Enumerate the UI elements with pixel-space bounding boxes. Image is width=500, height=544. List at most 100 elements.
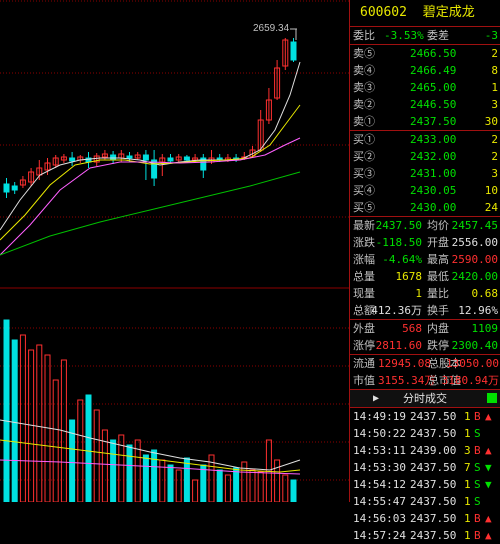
sell-volume: 8 bbox=[491, 64, 498, 77]
cap-value-right: 3180.94万 bbox=[441, 374, 499, 387]
moving-average-line bbox=[0, 61, 301, 231]
buy-volume: 2 bbox=[491, 150, 498, 163]
up-arrow-icon: ▲ bbox=[485, 529, 492, 542]
quote-row: 涨幅 -4.64% 最高 2590.00 bbox=[350, 251, 500, 268]
capital-stats: 流通 12945.08 总股本 13050.00 市值 3155.34万 总市值 3180.9… bbox=[350, 355, 500, 390]
candle-body bbox=[126, 155, 133, 159]
volume-bar bbox=[36, 344, 43, 503]
buy-price: 2432.00 bbox=[410, 150, 457, 163]
candle-body bbox=[11, 185, 18, 191]
sell-price: 2437.50 bbox=[410, 115, 457, 128]
trade-time: 14:54:12 bbox=[353, 478, 406, 491]
sell-orders: 卖⑤ 2466.50 2 卖④ 2466.49 8 卖③ 2465.00 1 卖② 2446.50 3… bbox=[350, 45, 500, 131]
volume-bar bbox=[151, 449, 158, 503]
buy-orders: 买① 2433.00 2 买② 2432.00 2 买③ 2431.00 3 买④ 2430.05 1… bbox=[350, 131, 500, 217]
buy-level-label: 买② bbox=[353, 150, 375, 163]
buy-price: 2430.05 bbox=[410, 184, 457, 197]
cap-label-left: 流通 bbox=[353, 357, 375, 370]
buy-level-label: 买⑤ bbox=[353, 201, 375, 214]
inout-value-right: 1109 bbox=[471, 322, 499, 335]
volume-bar bbox=[126, 444, 133, 503]
quote-label-right: 量比 bbox=[427, 287, 449, 300]
quote-panel: 600602 碧定成龙 委比 -3.53% 委差 -3 卖⑤ 2466.50 2 卖④… bbox=[349, 0, 500, 542]
quote-value-left: 412.36万 bbox=[371, 304, 422, 317]
trade-time: 14:53:30 bbox=[353, 461, 406, 474]
stock-name: 碧定成龙 bbox=[422, 5, 475, 20]
trade-price: 2437.50 bbox=[410, 529, 457, 542]
volume-bar bbox=[110, 439, 117, 503]
cap-label-left: 市值 bbox=[353, 374, 375, 387]
tab-tick-trades[interactable]: 分时成交 bbox=[403, 390, 447, 407]
trade-side: B bbox=[474, 444, 481, 457]
kline-chart-svg[interactable]: 2659.34 bbox=[0, 0, 349, 503]
sell-order-row: 卖⑤ 2466.50 2 bbox=[350, 45, 500, 62]
quote-value-left: -4.64% bbox=[382, 253, 422, 266]
status-square-icon bbox=[487, 393, 497, 403]
buy-price: 2431.00 bbox=[410, 167, 457, 180]
quote-value-right: 0.68 bbox=[471, 287, 499, 300]
sell-volume: 30 bbox=[484, 115, 498, 128]
sell-order-row: 卖① 2437.50 30 bbox=[350, 113, 500, 130]
kline-chart-area[interactable]: 2659.34 bbox=[0, 0, 349, 503]
trade-side: B bbox=[474, 410, 481, 423]
sell-volume: 3 bbox=[491, 98, 498, 111]
cap-value-left: 12945.08 bbox=[378, 357, 431, 370]
trade-side: S bbox=[474, 427, 481, 440]
trade-time: 14:49:19 bbox=[353, 410, 406, 423]
wc-value: -3 bbox=[484, 29, 498, 42]
candle-body bbox=[142, 154, 149, 161]
sell-price: 2446.50 bbox=[410, 98, 457, 111]
volume-bar bbox=[28, 349, 35, 503]
volume-bar bbox=[216, 469, 223, 503]
quote-value-right: 2556.00 bbox=[451, 236, 498, 249]
quote-value-left: -118.50 bbox=[375, 236, 422, 249]
volume-bar bbox=[142, 454, 149, 503]
trade-row: 14:56:03 2437.50 1 B ▲ bbox=[350, 510, 500, 527]
cap-value-right: 13050.00 bbox=[446, 357, 499, 370]
inout-value-left: 2811.60 bbox=[375, 339, 422, 352]
quote-label-left: 涨幅 bbox=[353, 253, 375, 266]
buy-order-row: 买④ 2430.05 10 bbox=[350, 182, 500, 199]
quote-label-right: 最低 bbox=[427, 270, 449, 283]
volume-bar bbox=[249, 469, 256, 503]
trade-volume: 1 bbox=[464, 478, 471, 491]
quote-label-right: 开盘 bbox=[427, 236, 449, 249]
volume-bar bbox=[11, 339, 18, 503]
capital-row: 流通 12945.08 总股本 13050.00 bbox=[350, 355, 500, 372]
buy-order-row: 买② 2432.00 2 bbox=[350, 148, 500, 165]
quote-row: 总量 1678 最低 2420.00 bbox=[350, 268, 500, 285]
trade-volume: 1 bbox=[464, 512, 471, 525]
stock-code: 600602 bbox=[360, 5, 407, 20]
trade-side: B bbox=[474, 529, 481, 542]
down-arrow-icon: ▼ bbox=[485, 478, 492, 491]
wb-label: 委比 bbox=[353, 29, 375, 42]
tick-tab-bar[interactable]: ▶ 分时成交 bbox=[350, 390, 500, 408]
quote-value-right: 2457.45 bbox=[451, 219, 498, 232]
trade-price: 2437.50 bbox=[410, 410, 457, 423]
wc-label: 委差 bbox=[427, 29, 449, 42]
candle-body bbox=[3, 183, 10, 193]
quote-label-right: 最高 bbox=[427, 253, 449, 266]
sell-level-label: 卖② bbox=[353, 98, 375, 111]
quote-row: 现量 1 量比 0.68 bbox=[350, 285, 500, 302]
volume-bar bbox=[85, 394, 92, 503]
sell-volume: 2 bbox=[491, 47, 498, 60]
inout-label-right: 跌停 bbox=[427, 339, 449, 352]
quote-label-right: 换手 bbox=[427, 304, 449, 317]
quote-label-right: 均价 bbox=[427, 219, 449, 232]
quote-row: 最新 2437.50 均价 2457.45 bbox=[350, 217, 500, 234]
tick-trade-list[interactable]: 14:49:19 2437.50 1 B ▲ 14:50:22 2437.50 1 S 14:53… bbox=[350, 408, 500, 544]
quote-value-left: 1678 bbox=[395, 270, 423, 283]
inout-value-left: 568 bbox=[402, 322, 422, 335]
high-price-label: 2659.34 bbox=[253, 23, 290, 34]
expand-arrow-icon[interactable]: ▶ bbox=[373, 390, 379, 407]
trade-price: 2439.00 bbox=[410, 444, 457, 457]
volume-bar bbox=[192, 479, 199, 503]
trade-side: B bbox=[474, 512, 481, 525]
inout-label-right: 内盘 bbox=[427, 322, 449, 335]
trade-volume: 1 bbox=[464, 427, 471, 440]
volume-bar bbox=[93, 409, 100, 503]
quote-stats: 最新 2437.50 均价 2457.45 涨跌 -118.50 开盘 2556.00 涨幅 -4… bbox=[350, 217, 500, 320]
capital-row: 市值 3155.34万 总市值 3180.94万 bbox=[350, 372, 500, 389]
up-arrow-icon: ▲ bbox=[485, 444, 492, 457]
